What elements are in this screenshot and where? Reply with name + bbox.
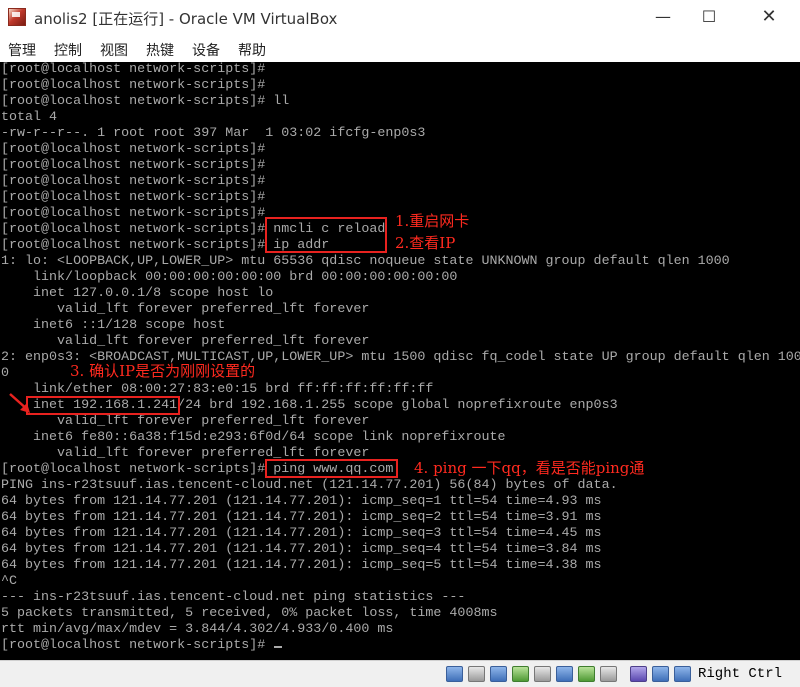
terminal-line: valid_lft forever preferred_lft forever	[1, 414, 370, 429]
annotation-confirm-ip: 3. 确认IP是否为刚刚设置的	[70, 362, 256, 380]
terminal-line: [root@localhost network-scripts]#	[1, 158, 266, 173]
terminal-line: 5 packets transmitted, 5 received, 0% pa…	[1, 606, 498, 621]
terminal-line: 1: lo: <LOOPBACK,UP,LOWER_UP> mtu 65536 …	[1, 254, 730, 269]
terminal-line: total 4	[1, 110, 58, 125]
terminal-line: 64 bytes from 121.14.77.201 (121.14.77.2…	[1, 542, 602, 557]
maximize-button[interactable]: ☐	[686, 0, 732, 36]
terminal-line: [root@localhost network-scripts]# ll	[1, 94, 290, 109]
terminal-line: [root@localhost network-scripts]#	[1, 174, 266, 189]
usb-icon[interactable]	[468, 666, 485, 682]
highlight-box-ip	[26, 396, 180, 415]
terminal-line: link/loopback 00:00:00:00:00:00 brd 00:0…	[1, 270, 458, 285]
menu-help[interactable]: 帮助	[238, 40, 266, 60]
terminal-line: inet 127.0.0.1/8 scope host lo	[1, 286, 274, 301]
vm-console[interactable]: [root@localhost network-scripts]# [root@…	[0, 62, 800, 660]
menu-manage[interactable]: 管理	[8, 40, 36, 60]
mouse-integration-icon[interactable]	[652, 666, 669, 682]
terminal-line: valid_lft forever preferred_lft forever	[1, 334, 370, 349]
annotation-restart-nic: 1.重启网卡	[395, 212, 470, 230]
virtualbox-vm-icon	[8, 8, 26, 26]
terminal-line: inet6 fe80::6a38:f15d:e293:6f0d/64 scope…	[1, 430, 506, 445]
terminal-prompt: [root@localhost network-scripts]#	[1, 638, 274, 653]
minimize-button[interactable]: —	[640, 0, 686, 36]
terminal-line: [root@localhost network-scripts]#	[1, 142, 266, 157]
annotation-ping: 4. ping 一下qq，看是否能ping通	[414, 459, 645, 477]
menu-hotkeys[interactable]: 热键	[146, 40, 174, 60]
terminal-line: ^C	[1, 574, 18, 589]
terminal-line: rtt min/avg/max/mdev = 3.844/4.302/4.933…	[1, 622, 394, 637]
terminal-line: 64 bytes from 121.14.77.201 (121.14.77.2…	[1, 510, 602, 525]
status-bar: Right Ctrl	[0, 660, 800, 687]
keyboard-capture-icon[interactable]	[674, 666, 691, 682]
vt-x-icon	[630, 666, 647, 682]
text-cursor	[274, 646, 283, 648]
audio-icon[interactable]	[600, 666, 617, 682]
terminal-line: 64 bytes from 121.14.77.201 (121.14.77.2…	[1, 558, 602, 573]
shared-folder-icon[interactable]	[512, 666, 529, 682]
annotation-check-ip: 2.查看IP	[395, 234, 456, 252]
title-bar: anolis2 [正在运行] - Oracle VM VirtualBox — …	[0, 0, 800, 36]
video-capture-icon[interactable]	[556, 666, 573, 682]
host-key-label: Right Ctrl	[698, 666, 783, 682]
terminal-line: [root@localhost network-scripts]#	[1, 62, 266, 77]
terminal-line: --- ins-r23tsuuf.ias.tencent-cloud.net p…	[1, 590, 466, 605]
highlight-box-ping	[265, 459, 398, 478]
terminal-line: [root@localhost network-scripts]#	[1, 190, 266, 205]
hard-disk-icon[interactable]	[578, 666, 595, 682]
terminal-line: [root@localhost network-scripts]#	[1, 206, 266, 221]
menu-bar: 管理 控制 视图 热键 设备 帮助	[0, 36, 800, 62]
window-title: anolis2 [正在运行] - Oracle VM VirtualBox	[34, 10, 338, 28]
close-button[interactable]: ✕	[746, 0, 792, 36]
menu-control[interactable]: 控制	[54, 40, 82, 60]
display-icon[interactable]	[534, 666, 551, 682]
terminal-line: valid_lft forever preferred_lft forever	[1, 302, 370, 317]
terminal-line: -rw-r--r--. 1 root root 397 Mar 1 03:02 …	[1, 126, 426, 141]
menu-view[interactable]: 视图	[100, 40, 128, 60]
menu-devices[interactable]: 设备	[192, 40, 220, 60]
optical-drive-icon[interactable]	[446, 666, 463, 682]
terminal-line: inet6 ::1/128 scope host	[1, 318, 226, 333]
terminal-line: [root@localhost network-scripts]#	[1, 78, 266, 93]
terminal-prompt-line[interactable]: [root@localhost network-scripts]#	[1, 638, 283, 654]
terminal-line: PING ins-r23tsuuf.ias.tencent-cloud.net …	[1, 478, 618, 493]
network-icon[interactable]	[490, 666, 507, 682]
terminal-line: 64 bytes from 121.14.77.201 (121.14.77.2…	[1, 526, 602, 541]
terminal-line: 0	[1, 366, 10, 381]
highlight-box-commands	[265, 217, 387, 253]
terminal-line: 64 bytes from 121.14.77.201 (121.14.77.2…	[1, 494, 602, 509]
